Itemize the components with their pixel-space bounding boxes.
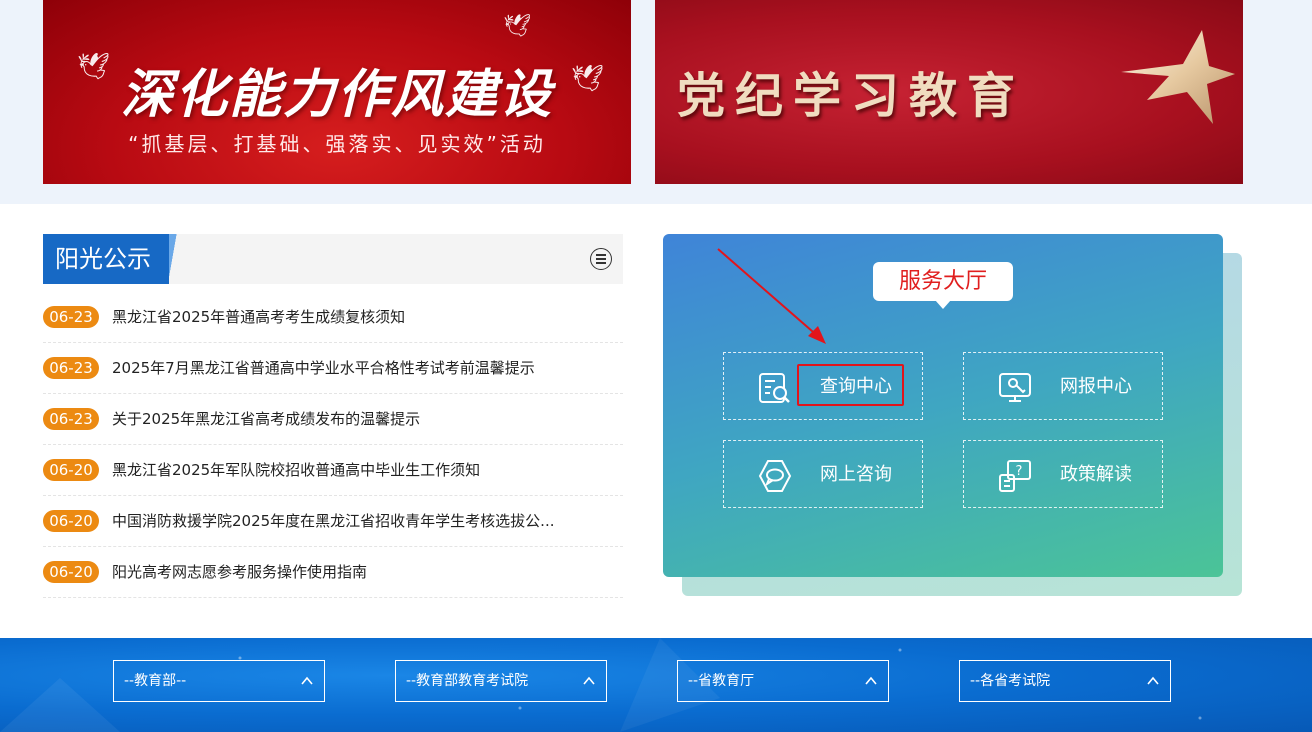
service-hall-title: 服务大厅: [873, 262, 1013, 309]
list-item[interactable]: 06-20 阳光高考网志愿参考服务操作使用指南: [43, 547, 623, 598]
chevron-up-icon: [865, 676, 877, 685]
list-item[interactable]: 06-23 黑龙江省2025年普通高考考生成绩复核须知: [43, 292, 623, 343]
service-hall: 服务大厅 查询中心 网报中心 网上咨询 ? 政策解读: [663, 234, 1223, 577]
notice-link[interactable]: 中国消防救援学院2025年度在黑龙江省招收青年学生考核选拔公...: [112, 510, 612, 532]
notice-link[interactable]: 黑龙江省2025年军队院校招收普通高中毕业生工作须知: [112, 459, 612, 481]
select-value: --教育部教育考试院: [406, 673, 529, 689]
notices-header: 阳光公示: [43, 234, 623, 284]
star-icon: [1121, 30, 1235, 124]
footer-links-bar: --教育部-- --教育部教育考试院 --省教育厅 --各省考试院: [0, 638, 1312, 732]
notice-link[interactable]: 2025年7月黑龙江省普通高中学业水平合格性考试考前温馨提示: [112, 357, 612, 379]
date-badge: 06-23: [43, 357, 99, 379]
date-badge: 06-20: [43, 561, 99, 583]
policy-interpretation-button[interactable]: ? 政策解读: [963, 440, 1163, 508]
dove-icon: 🕊: [503, 14, 531, 39]
notice-link[interactable]: 关于2025年黑龙江省高考成绩发布的温馨提示: [112, 408, 612, 430]
moe-link-select[interactable]: --教育部--: [113, 660, 325, 702]
notices-title[interactable]: 阳光公示: [43, 234, 179, 284]
banner-party-discipline[interactable]: 党纪学习教育: [655, 0, 1243, 184]
exam-authority-link-select[interactable]: --教育部教育考试院: [395, 660, 607, 702]
chevron-up-icon: [1147, 676, 1159, 685]
list-item[interactable]: 06-23 关于2025年黑龙江省高考成绩发布的温馨提示: [43, 394, 623, 445]
select-value: --各省考试院: [970, 673, 1051, 689]
chat-bubble-icon: [758, 460, 792, 492]
list-item[interactable]: 06-23 2025年7月黑龙江省普通高中学业水平合格性考试考前温馨提示: [43, 343, 623, 394]
question-document-icon: ?: [999, 460, 1031, 492]
notice-link[interactable]: 黑龙江省2025年普通高考考生成绩复核须知: [112, 306, 612, 328]
banner-subtitle: “抓基层、打基础、强落实、见实效”活动: [128, 132, 546, 156]
provincial-education-link-select[interactable]: --省教育厅: [677, 660, 889, 702]
date-badge: 06-23: [43, 306, 99, 328]
select-value: --省教育厅: [688, 673, 755, 689]
banner-title: 党纪学习教育: [677, 68, 1026, 124]
svg-text:?: ?: [1016, 464, 1023, 479]
notice-link[interactable]: 阳光高考网志愿参考服务操作使用指南: [112, 561, 612, 583]
online-consult-button[interactable]: 网上咨询: [723, 440, 923, 508]
list-item[interactable]: 06-20 黑龙江省2025年军队院校招收普通高中毕业生工作须知: [43, 445, 623, 496]
online-register-button[interactable]: 网报中心: [963, 352, 1163, 420]
chevron-up-icon: [583, 676, 595, 685]
banner-capability-style[interactable]: 🕊 🕊 🕊 深化能力作风建设 “抓基层、打基础、强落实、见实效”活动: [43, 0, 631, 184]
notices-panel: 阳光公示 06-23 黑龙江省2025年普通高考考生成绩复核须知 06-23 2…: [43, 234, 623, 598]
date-badge: 06-20: [43, 510, 99, 532]
online-register-icon: [999, 373, 1031, 402]
chevron-up-icon: [301, 676, 313, 685]
date-badge: 06-20: [43, 459, 99, 481]
notices-list: 06-23 黑龙江省2025年普通高考考生成绩复核须知 06-23 2025年7…: [43, 292, 623, 598]
service-label: 政策解读: [1060, 464, 1132, 485]
date-badge: 06-23: [43, 408, 99, 430]
service-label: 网报中心: [1060, 376, 1132, 397]
more-list-icon[interactable]: [590, 248, 612, 270]
service-label: 网上咨询: [820, 464, 892, 485]
highlight-box: [797, 364, 904, 406]
select-value: --教育部--: [124, 673, 187, 689]
provincial-exam-link-select[interactable]: --各省考试院: [959, 660, 1171, 702]
list-item[interactable]: 06-20 中国消防救援学院2025年度在黑龙江省招收青年学生考核选拔公...: [43, 496, 623, 547]
search-document-icon: [759, 373, 790, 403]
banner-title: 深化能力作风建设: [120, 64, 553, 125]
